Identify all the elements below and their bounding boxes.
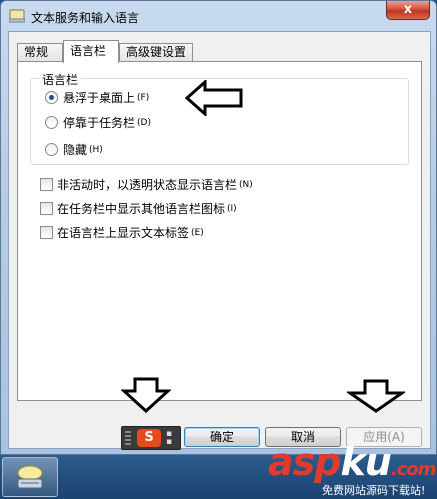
ime-language-bar[interactable]: S ▪ ▪ bbox=[121, 426, 181, 450]
watermark-brand-b: ku bbox=[340, 440, 391, 484]
radio-hidden[interactable]: 隐藏 (H) bbox=[45, 141, 103, 158]
window-title: 文本服务和输入语言 bbox=[31, 11, 140, 25]
ok-button[interactable]: 确定 bbox=[184, 427, 260, 447]
radio-float-on-desktop[interactable]: 悬浮于桌面上 (F) bbox=[45, 89, 149, 106]
tab-panel-language-bar: 语言栏 悬浮于桌面上 (F) 停靠于任务栏 (D) 隐藏 (H) 非活动时，以透… bbox=[17, 61, 422, 401]
watermark-brand-c: .com bbox=[390, 459, 437, 480]
checkbox-show-text-labels[interactable]: 在语言栏上显示文本标签 (E) bbox=[40, 224, 204, 241]
checkbox-indicator[interactable] bbox=[40, 202, 53, 215]
checkbox-indicator[interactable] bbox=[40, 178, 53, 191]
annotation-down-arrow-icon bbox=[121, 377, 171, 413]
checkbox-hotkey: (I) bbox=[227, 203, 237, 214]
radio-hotkey: (H) bbox=[89, 144, 103, 155]
close-icon: x bbox=[403, 2, 413, 17]
radio-indicator[interactable] bbox=[45, 116, 58, 129]
annotation-left-arrow-icon bbox=[185, 80, 243, 116]
radio-indicator-checked[interactable] bbox=[45, 91, 58, 104]
radio-hotkey: (D) bbox=[137, 117, 151, 128]
checkbox-show-extra-icons[interactable]: 在任务栏中显示其他语言栏图标 (I) bbox=[40, 200, 237, 217]
checkbox-indicator[interactable] bbox=[40, 226, 53, 239]
tab-language-bar[interactable]: 语言栏 bbox=[63, 40, 119, 63]
radio-label: 悬浮于桌面上 bbox=[63, 91, 136, 105]
radio-label: 隐藏 bbox=[63, 143, 88, 157]
checkbox-label: 在任务栏中显示其他语言栏图标 bbox=[57, 202, 226, 216]
checkbox-label: 在语言栏上显示文本标签 bbox=[57, 226, 190, 240]
title-bar[interactable]: 文本服务和输入语言 x bbox=[1, 1, 436, 31]
watermark-brand-a: asp bbox=[268, 440, 341, 484]
dialog-content: 常规 语言栏 高级键设置 语言栏 悬浮于桌面上 (F) 停靠于任务栏 (D) 隐… bbox=[8, 31, 431, 450]
checkbox-hotkey: (E) bbox=[191, 227, 204, 238]
checkbox-label: 非活动时，以透明状态显示语言栏 bbox=[57, 178, 238, 192]
close-button[interactable]: x bbox=[386, 1, 430, 20]
keyboard-icon bbox=[17, 465, 43, 489]
taskbar-item-text-services[interactable] bbox=[2, 457, 58, 497]
sogou-ime-icon[interactable]: S bbox=[137, 429, 161, 447]
watermark-logo: aspku.com 免费网站源码下载站! bbox=[268, 440, 437, 498]
radio-label: 停靠于任务栏 bbox=[63, 116, 136, 130]
tab-general[interactable]: 常规 bbox=[17, 43, 63, 62]
dialog-window: 文本服务和输入语言 x 常规 语言栏 高级键设置 语言栏 悬浮于桌面上 (F) bbox=[0, 0, 437, 455]
options-menu-icon[interactable]: ▪ ▪ bbox=[166, 430, 172, 447]
radio-dock-in-taskbar[interactable]: 停靠于任务栏 (D) bbox=[45, 114, 151, 131]
drag-handle-icon[interactable] bbox=[125, 431, 131, 446]
checkbox-transparent-when-inactive[interactable]: 非活动时，以透明状态显示语言栏 (N) bbox=[40, 176, 253, 193]
radio-hotkey: (F) bbox=[137, 92, 150, 103]
checkbox-hotkey: (N) bbox=[239, 179, 253, 190]
groupbox-label: 语言栏 bbox=[39, 71, 82, 88]
watermark-tagline: 免费网站源码下载站! bbox=[322, 484, 426, 497]
radio-indicator[interactable] bbox=[45, 143, 58, 156]
annotation-down-arrow-icon bbox=[347, 379, 405, 413]
text-services-icon bbox=[9, 9, 25, 23]
tab-advanced-key-settings[interactable]: 高级键设置 bbox=[119, 43, 193, 62]
